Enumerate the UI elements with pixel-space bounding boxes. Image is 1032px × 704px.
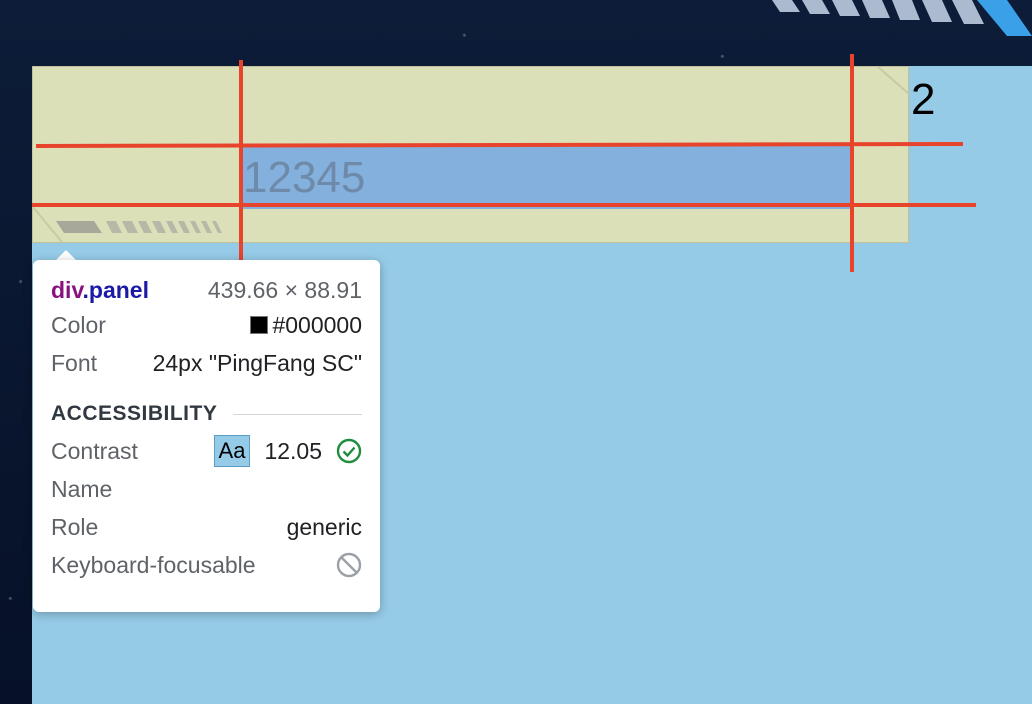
accessibility-heading: ACCESSIBILITY [51, 396, 362, 432]
font-row: Font 24px "PingFang SC" [51, 344, 362, 382]
contrast-sample: Aa [213, 435, 251, 467]
tooltip-header: div.panel 439.66 × 88.91 [51, 274, 362, 306]
role-label: Role [51, 513, 99, 540]
name-label: Name [51, 475, 113, 502]
color-swatch [250, 315, 269, 334]
contrast-row: Contrast Aa 12.05 [51, 432, 362, 470]
corner-label: 2 [911, 75, 936, 124]
contrast-value: 12.05 [264, 437, 322, 464]
stripe-bar-decoration [56, 221, 222, 233]
color-value: #000000 [272, 311, 362, 338]
not-allowed-icon [336, 552, 362, 578]
keyboard-focusable-label: Keyboard-focusable [51, 551, 256, 578]
font-value: 24px "PingFang SC" [152, 349, 362, 376]
font-label: Font [51, 349, 98, 376]
check-circle-icon [336, 438, 362, 464]
color-value-group: #000000 [250, 312, 362, 339]
role-value: generic [286, 513, 362, 540]
inspector-tooltip: div.panel 439.66 × 88.91 Color #000000 F… [33, 260, 380, 612]
element-class: .panel [82, 276, 149, 303]
element-dimensions: 439.66 × 88.91 [207, 276, 362, 303]
contrast-label: Contrast [51, 437, 138, 464]
name-row: Name [51, 470, 362, 508]
element-selector: div.panel [51, 277, 149, 304]
color-row: Color #000000 [51, 306, 362, 344]
element-tag: div [51, 276, 83, 303]
color-label: Color [51, 311, 106, 338]
keyboard-focusable-row: Keyboard-focusable [51, 546, 362, 584]
section-divider [233, 413, 362, 415]
panel-value-text: 12345 [243, 153, 366, 202]
role-row: Role generic [51, 508, 362, 546]
contrast-value-group: Aa 12.05 [213, 435, 362, 467]
accessibility-heading-text: ACCESSIBILITY [51, 402, 218, 425]
corner-stripe-decoration [772, 0, 1032, 36]
